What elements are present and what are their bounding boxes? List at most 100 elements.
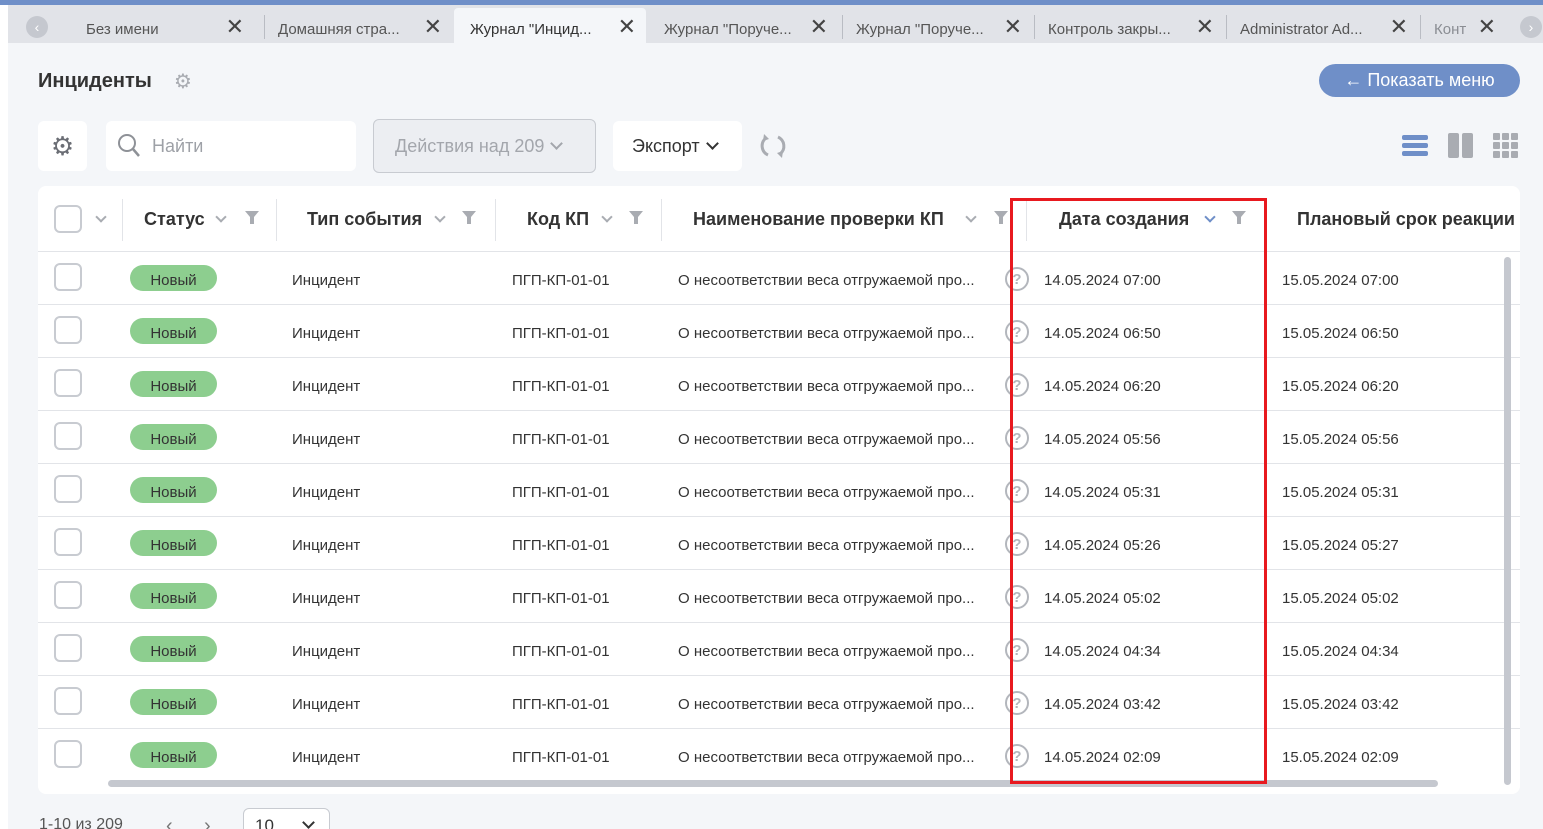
chevron-down-icon[interactable] xyxy=(95,211,107,223)
chevron-down-icon[interactable] xyxy=(434,211,446,223)
deadline-cell: 15.05.2024 05:27 xyxy=(1282,537,1399,554)
help-icon[interactable]: ? xyxy=(1005,320,1029,344)
tab-incident-journal[interactable]: Журнал "Инцид... ✕ xyxy=(454,8,646,48)
row-checkbox[interactable] xyxy=(54,263,82,291)
close-icon[interactable]: ✕ xyxy=(424,16,442,38)
close-icon[interactable]: ✕ xyxy=(618,16,636,38)
filter-icon[interactable] xyxy=(245,211,259,225)
close-icon[interactable]: ✕ xyxy=(1196,16,1214,38)
help-icon[interactable]: ? xyxy=(1005,691,1029,715)
close-icon[interactable]: ✕ xyxy=(810,16,828,38)
help-icon[interactable]: ? xyxy=(1005,479,1029,503)
row-checkbox[interactable] xyxy=(54,422,82,450)
help-icon[interactable]: ? xyxy=(1005,373,1029,397)
deadline-cell: 15.05.2024 05:02 xyxy=(1282,590,1399,607)
row-checkbox[interactable] xyxy=(54,316,82,344)
table-row[interactable]: Новый Инцидент ПГП-КП-01-01 О несоответс… xyxy=(38,252,1520,305)
column-header-event-type[interactable]: Тип события xyxy=(276,186,495,252)
search-input[interactable] xyxy=(152,133,347,159)
column-header-planned-deadline[interactable]: Плановый срок реакции xyxy=(1262,186,1520,252)
help-icon[interactable]: ? xyxy=(1005,585,1029,609)
chevron-down-icon[interactable] xyxy=(601,211,613,223)
event-type-cell: Инцидент xyxy=(292,749,361,766)
grid-view-icon[interactable] xyxy=(1493,133,1519,159)
tab-scroll-left-button[interactable]: ‹ xyxy=(26,16,48,38)
column-header-code[interactable]: Код КП xyxy=(495,186,661,252)
filter-icon[interactable] xyxy=(1232,211,1246,225)
code-cell: ПГП-КП-01-01 xyxy=(512,484,610,501)
filter-icon[interactable] xyxy=(629,211,643,225)
bulk-actions-button[interactable]: Действия над 209 xyxy=(373,119,596,173)
event-type-cell: Инцидент xyxy=(292,696,361,713)
filter-icon[interactable] xyxy=(994,211,1008,225)
page-title: Инциденты xyxy=(38,70,152,92)
tab-label: Administrator Ad... xyxy=(1240,21,1363,38)
close-icon[interactable]: ✕ xyxy=(1478,16,1496,38)
created-date-cell: 14.05.2024 05:56 xyxy=(1044,431,1161,448)
refresh-icon[interactable] xyxy=(759,132,787,160)
page-size-value: 10 xyxy=(255,816,274,829)
help-icon[interactable]: ? xyxy=(1005,744,1029,768)
table-row[interactable]: Новый Инцидент ПГП-КП-01-01 О несоответс… xyxy=(38,623,1520,676)
column-header-created-date[interactable]: Дата создания xyxy=(1026,186,1262,252)
code-cell: ПГП-КП-01-01 xyxy=(512,643,610,660)
select-all-checkbox[interactable] xyxy=(54,205,82,233)
help-icon[interactable]: ? xyxy=(1005,638,1029,662)
vertical-scrollbar[interactable] xyxy=(1504,257,1511,785)
column-label: Тип события xyxy=(307,209,423,229)
code-cell: ПГП-КП-01-01 xyxy=(512,590,610,607)
chevron-down-icon[interactable] xyxy=(965,211,977,223)
column-header-check-name[interactable]: Наименование проверки КП xyxy=(661,186,1026,252)
export-button[interactable]: Экспорт xyxy=(613,121,742,171)
help-icon[interactable]: ? xyxy=(1005,267,1029,291)
filter-icon[interactable] xyxy=(462,211,476,225)
help-icon[interactable]: ? xyxy=(1005,426,1029,450)
row-checkbox[interactable] xyxy=(54,581,82,609)
close-icon[interactable]: ✕ xyxy=(226,16,244,38)
table-row[interactable]: Новый Инцидент ПГП-КП-01-01 О несоответс… xyxy=(38,358,1520,411)
chevron-down-icon[interactable] xyxy=(215,211,227,223)
table-settings-button[interactable]: ⚙ xyxy=(38,121,87,171)
next-page-button[interactable]: › xyxy=(204,815,211,829)
event-type-cell: Инцидент xyxy=(292,643,361,660)
table-row[interactable]: Новый Инцидент ПГП-КП-01-01 О несоответс… xyxy=(38,676,1520,729)
table-row[interactable]: Новый Инцидент ПГП-КП-01-01 О несоответс… xyxy=(38,305,1520,358)
row-checkbox[interactable] xyxy=(54,528,82,556)
event-type-cell: Инцидент xyxy=(292,325,361,342)
close-icon[interactable]: ✕ xyxy=(1004,16,1022,38)
row-checkbox[interactable] xyxy=(54,687,82,715)
created-date-cell: 14.05.2024 07:00 xyxy=(1044,272,1161,289)
chevron-down-icon xyxy=(550,137,564,150)
status-badge: Новый xyxy=(130,530,217,556)
table-row[interactable]: Новый Инцидент ПГП-КП-01-01 О несоответс… xyxy=(38,570,1520,623)
table-row[interactable]: Новый Инцидент ПГП-КП-01-01 О несоответс… xyxy=(38,464,1520,517)
column-label: Код КП xyxy=(527,209,590,229)
status-badge: Новый xyxy=(130,636,217,662)
show-menu-button[interactable]: ← Показать меню xyxy=(1319,64,1520,97)
table-header: Статус Тип события Код КП Наименование п… xyxy=(38,186,1520,252)
tab-label: Журнал "Инцид... xyxy=(470,21,592,38)
chevron-left-icon: ‹ xyxy=(34,19,40,35)
gear-icon[interactable]: ⚙ xyxy=(174,69,192,94)
table-row[interactable]: Новый Инцидент ПГП-КП-01-01 О несоответс… xyxy=(38,729,1520,782)
close-icon[interactable]: ✕ xyxy=(1390,16,1408,38)
deadline-cell: 15.05.2024 04:34 xyxy=(1282,643,1399,660)
row-checkbox[interactable] xyxy=(54,475,82,503)
created-date-cell: 14.05.2024 06:50 xyxy=(1044,325,1161,342)
row-checkbox[interactable] xyxy=(54,740,82,768)
list-view-icon[interactable] xyxy=(1402,133,1428,159)
page-size-select[interactable]: 10 xyxy=(243,808,330,829)
horizontal-scrollbar[interactable] xyxy=(108,780,1438,787)
column-header-status[interactable]: Статус xyxy=(122,186,276,252)
tab-scroll-right-button[interactable]: › xyxy=(1520,16,1542,38)
table-row[interactable]: Новый Инцидент ПГП-КП-01-01 О несоответс… xyxy=(38,411,1520,464)
status-badge: Новый xyxy=(130,477,217,503)
sort-descending-icon[interactable] xyxy=(1204,211,1216,223)
help-icon[interactable]: ? xyxy=(1005,532,1029,556)
row-checkbox[interactable] xyxy=(54,369,82,397)
column-label: Статус xyxy=(144,209,205,229)
table-row[interactable]: Новый Инцидент ПГП-КП-01-01 О несоответс… xyxy=(38,517,1520,570)
row-checkbox[interactable] xyxy=(54,634,82,662)
prev-page-button[interactable]: ‹ xyxy=(166,815,173,829)
two-column-view-icon[interactable] xyxy=(1448,133,1474,159)
